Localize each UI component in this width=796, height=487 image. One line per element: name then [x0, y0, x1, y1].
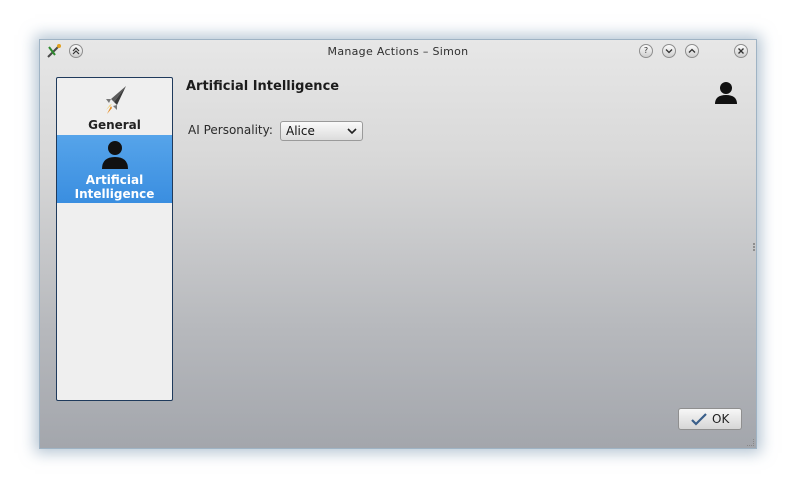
person-silhouette-icon: [715, 82, 737, 104]
chevron-down-icon: [665, 49, 673, 54]
help-icon: ?: [643, 46, 649, 55]
page-list: General Artificial Intelligence: [56, 77, 173, 401]
splitter-grip[interactable]: [753, 243, 757, 251]
rocket-icon: [105, 86, 126, 114]
maximize-button[interactable]: [685, 44, 699, 58]
sidebar-item-label-line1: Artificial: [85, 173, 144, 187]
page-title: Artificial Intelligence: [186, 79, 340, 94]
minimize-button[interactable]: [662, 44, 676, 58]
resize-grip[interactable]: [747, 439, 754, 446]
checkmark-icon: [691, 413, 707, 426]
manage-actions-window: Manage Actions – Simon ? General Artific…: [39, 39, 757, 449]
person-silhouette-icon: [101, 141, 128, 169]
chevron-up-icon: [688, 48, 696, 53]
sidebar-item-label-line2: Intelligence: [74, 187, 155, 201]
ai-personality-label: AI Personality:: [188, 123, 273, 137]
close-button[interactable]: [734, 44, 748, 58]
close-icon: [738, 48, 744, 54]
ok-button[interactable]: OK: [678, 408, 742, 430]
sidebar-item-general[interactable]: General: [57, 80, 172, 134]
ok-button-label: OK: [712, 412, 730, 426]
chevron-down-icon: [347, 128, 357, 135]
sidebar-item-artificial-intelligence[interactable]: Artificial Intelligence: [57, 135, 172, 203]
help-button[interactable]: ?: [639, 44, 653, 58]
title-bar[interactable]: Manage Actions – Simon ?: [40, 40, 756, 64]
ai-personality-value: Alice: [286, 124, 315, 138]
ai-personality-select[interactable]: Alice: [280, 121, 363, 141]
sidebar-item-label: General: [88, 118, 141, 132]
